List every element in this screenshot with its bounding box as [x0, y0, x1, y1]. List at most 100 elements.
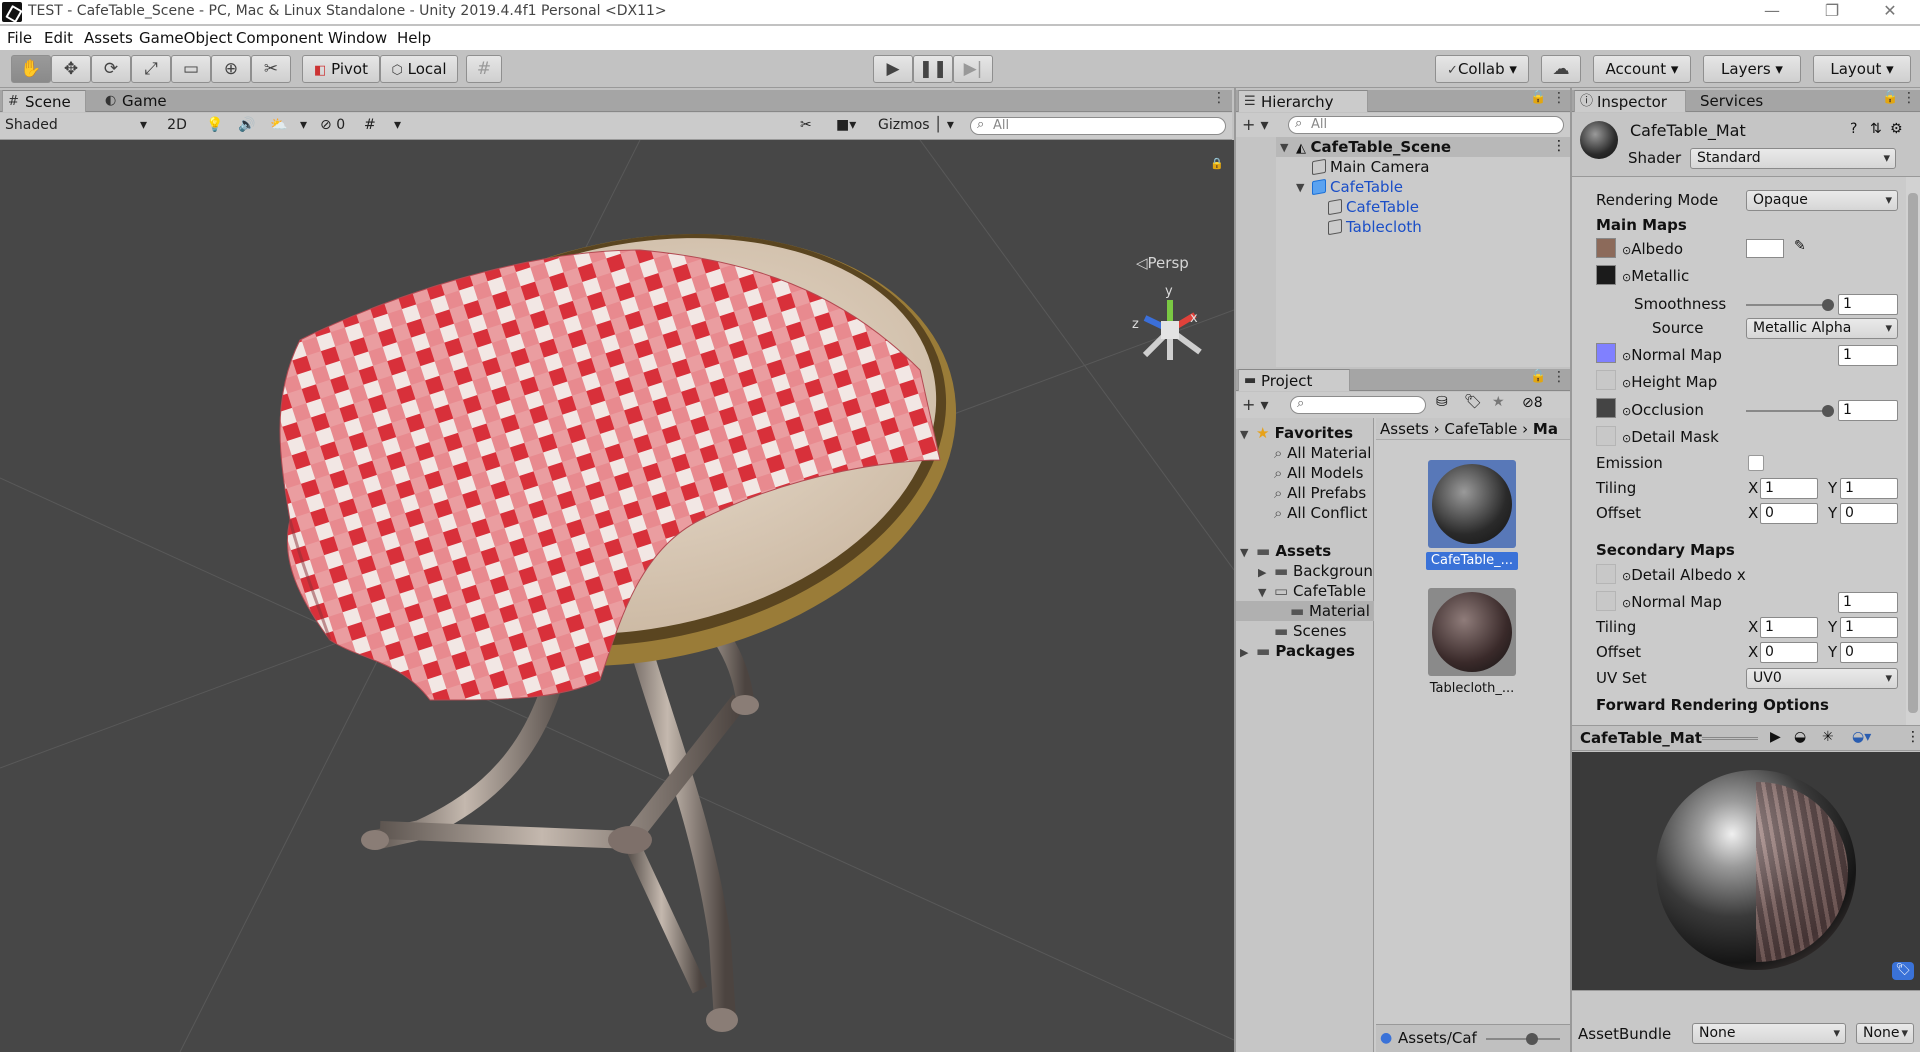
detail-albedo-slot[interactable]: [1596, 564, 1616, 584]
detail-normal-label[interactable]: ⊙Normal Map: [1622, 593, 1722, 611]
tree-item-tablecloth[interactable]: Tablecloth: [1328, 217, 1422, 237]
normal-map-label[interactable]: ⊙Normal Map: [1622, 346, 1722, 364]
folder-scenes[interactable]: ▬ Scenes: [1274, 621, 1347, 641]
pause-button[interactable]: ❚❚: [913, 55, 953, 83]
create-dropdown[interactable]: + ▾: [1242, 115, 1269, 134]
play-preview-icon[interactable]: ▶: [1770, 729, 1781, 745]
lock-icon[interactable]: 🔒: [1530, 369, 1546, 384]
layout-dropdown[interactable]: Layout ▾: [1813, 55, 1911, 83]
pivot-toggle[interactable]: ◧ Pivot: [302, 55, 380, 83]
scene-search-input[interactable]: All: [970, 117, 1226, 135]
lights-icon[interactable]: ✳: [1822, 729, 1834, 745]
slider-knob[interactable]: [1822, 405, 1834, 417]
grid-dropdown-icon[interactable]: ▾: [394, 115, 401, 135]
account-dropdown[interactable]: Account ▾: [1593, 55, 1691, 83]
breadcrumb-cafetable[interactable]: CafeTable: [1444, 420, 1517, 438]
audio-icon[interactable]: 🔊: [238, 115, 255, 135]
occlusion-label[interactable]: ⊙Occlusion: [1622, 401, 1704, 419]
favorite-all-materials[interactable]: ⌕ All Material: [1274, 443, 1371, 463]
normal-map-slot[interactable]: [1596, 343, 1616, 363]
preview-menu-icon[interactable]: ⋮: [1906, 729, 1920, 745]
breadcrumb-assets[interactable]: Assets: [1380, 420, 1429, 438]
hierarchy-menu-icon[interactable]: ⋮: [1552, 90, 1566, 106]
expand-arrow-icon[interactable]: ▼: [1258, 586, 1266, 599]
tag-icon[interactable]: 🏷: [1892, 962, 1914, 980]
assetbundle-variant-dropdown[interactable]: None: [1856, 1023, 1914, 1044]
menu-file[interactable]: File: [7, 29, 32, 47]
source-dropdown[interactable]: Metallic Alpha: [1746, 318, 1898, 339]
tab-inspector[interactable]: ⓘ Inspector: [1574, 90, 1686, 112]
gear-icon[interactable]: ⚙: [1890, 121, 1903, 137]
albedo-color-swatch[interactable]: [1746, 239, 1784, 258]
preview-mesh-dropdown[interactable]: ◒▾: [1852, 729, 1871, 745]
asset-label-cafetable[interactable]: CafeTable_...: [1426, 552, 1518, 570]
menu-help[interactable]: Help: [397, 29, 431, 47]
tools-toggle-icon[interactable]: ✂: [800, 115, 812, 135]
filter-label-icon[interactable]: 🏷: [1464, 394, 1482, 410]
albedo-texture-slot[interactable]: [1596, 238, 1616, 258]
custom-tool-button[interactable]: ✂: [251, 55, 291, 83]
tab-scene[interactable]: # Scene: [2, 90, 86, 112]
favorite-all-conflict[interactable]: ⌕ All Conflict: [1274, 503, 1367, 523]
create-asset-dropdown[interactable]: + ▾: [1242, 395, 1269, 414]
detail-albedo-label[interactable]: ⊙Detail Albedo x: [1622, 566, 1746, 584]
height-map-slot[interactable]: [1596, 370, 1616, 390]
local-toggle[interactable]: ⬡ Local: [380, 55, 458, 83]
scene-viewport[interactable]: y x z 🔒 ◁Persp: [0, 140, 1234, 1052]
expand-arrow-icon[interactable]: ▼: [1240, 546, 1248, 559]
tree-item-cafetable-child[interactable]: CafeTable: [1328, 197, 1419, 217]
expand-arrow-icon[interactable]: ▼: [1240, 428, 1248, 441]
menu-assets[interactable]: Assets: [84, 29, 133, 47]
tiling-x-field[interactable]: 1: [1760, 478, 1818, 499]
expand-arrow-icon[interactable]: ▼: [1296, 181, 1304, 194]
folder-material[interactable]: ▬ Material: [1290, 601, 1370, 621]
metallic-texture-slot[interactable]: [1596, 265, 1616, 285]
offset2-x-field[interactable]: 0: [1760, 642, 1818, 663]
project-menu-icon[interactable]: ⋮: [1552, 369, 1566, 385]
favorite-all-models[interactable]: ⌕ All Models: [1274, 463, 1363, 483]
emission-checkbox[interactable]: [1748, 455, 1764, 471]
occlusion-field[interactable]: 1: [1838, 400, 1898, 421]
project-search-input[interactable]: [1290, 396, 1426, 414]
drag-handle[interactable]: [1702, 737, 1758, 740]
tiling2-y-field[interactable]: 1: [1840, 617, 1898, 638]
detail-normal-field[interactable]: 1: [1838, 592, 1898, 613]
shading-mode-dropdown[interactable]: Shaded ▾: [5, 115, 150, 135]
minimize-button[interactable]: —: [1752, 0, 1792, 24]
hidden-packages-toggle[interactable]: ⊘8: [1522, 395, 1543, 411]
menu-component[interactable]: Component: [236, 29, 323, 47]
tab-project[interactable]: ▬ Project: [1238, 369, 1350, 391]
step-button[interactable]: ▶|: [953, 55, 993, 83]
rect-tool-button[interactable]: ▭: [171, 55, 211, 83]
smoothness-slider[interactable]: [1746, 299, 1834, 311]
rendering-mode-dropdown[interactable]: Opaque: [1746, 190, 1898, 211]
scrollbar-thumb[interactable]: [1908, 193, 1918, 713]
offset2-y-field[interactable]: 0: [1840, 642, 1898, 663]
menu-gameobject[interactable]: GameObject: [139, 29, 233, 47]
grid-snap-button[interactable]: #: [466, 55, 502, 83]
cloud-button[interactable]: ☁: [1541, 55, 1581, 83]
tab-hierarchy[interactable]: ☰ Hierarchy: [1238, 90, 1368, 112]
detail-mask-slot[interactable]: [1596, 426, 1616, 446]
eyedropper-icon[interactable]: ✎: [1794, 238, 1806, 254]
height-map-label[interactable]: ⊙Height Map: [1622, 373, 1717, 391]
offset-y-field[interactable]: 0: [1840, 503, 1898, 524]
normal-scale-field[interactable]: 1: [1838, 345, 1898, 366]
camera-icon[interactable]: ■▾: [836, 115, 856, 135]
hand-tool-button[interactable]: ✋: [11, 55, 51, 83]
collab-dropdown[interactable]: ✓Collab ▾: [1435, 55, 1529, 83]
icon-size-slider[interactable]: [1486, 1033, 1560, 1045]
lighting-icon[interactable]: 💡: [206, 115, 223, 135]
material-preview[interactable]: 🏷: [1572, 752, 1920, 990]
tree-item-main-camera[interactable]: Main Camera: [1312, 157, 1429, 177]
tab-services[interactable]: Services: [1692, 90, 1796, 112]
slider-knob[interactable]: [1822, 299, 1834, 311]
sphere-mesh-icon[interactable]: ◒: [1794, 729, 1806, 745]
2d-toggle[interactable]: 2D: [164, 115, 190, 135]
menu-window[interactable]: Window: [328, 29, 387, 47]
smoothness-field[interactable]: 1: [1838, 294, 1898, 315]
rotate-tool-button[interactable]: ⟳: [91, 55, 131, 83]
play-button[interactable]: ▶: [873, 55, 913, 83]
transform-tool-button[interactable]: ⊕: [211, 55, 251, 83]
collapse-arrow-icon[interactable]: ▶: [1258, 566, 1266, 579]
